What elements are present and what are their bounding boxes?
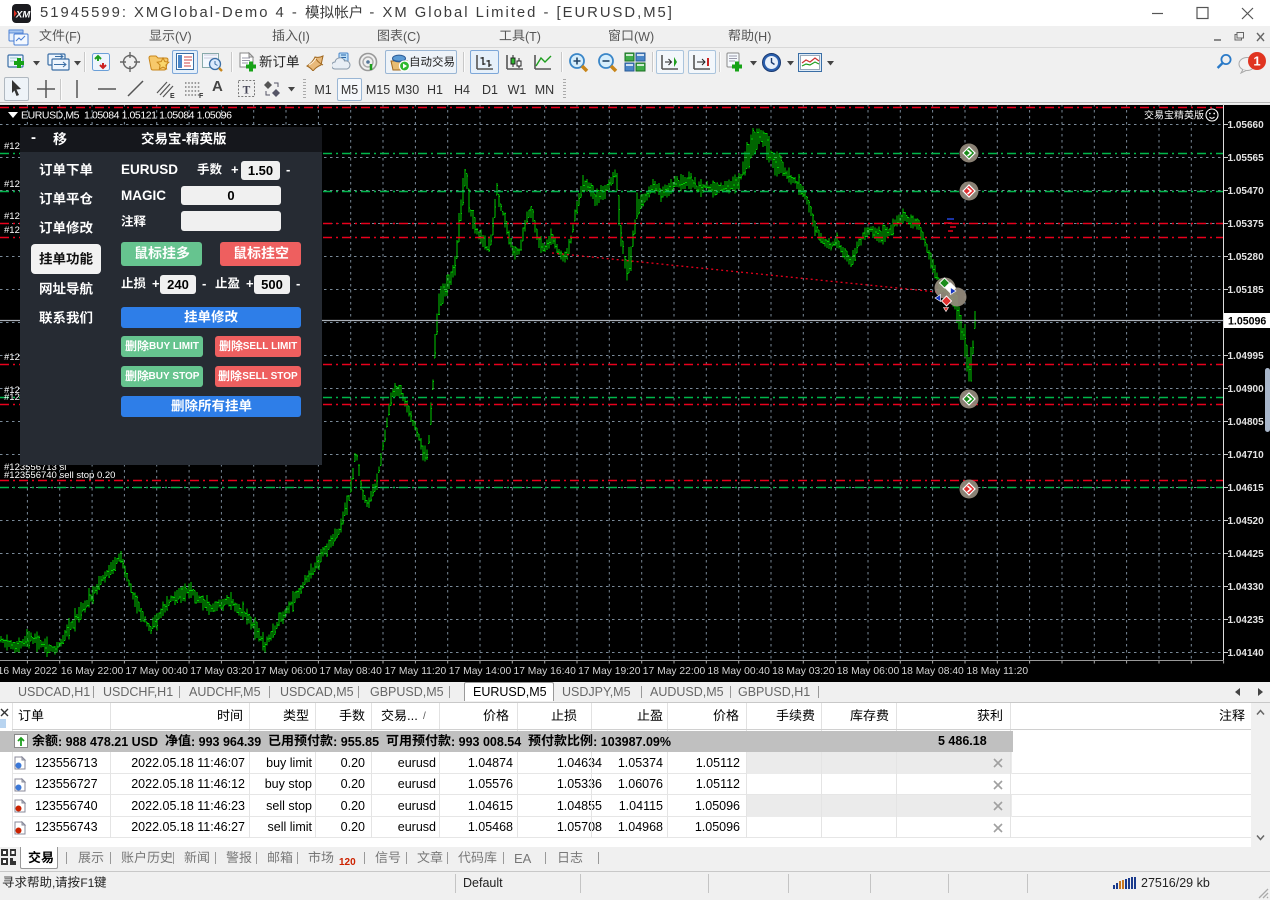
- svg-text:1.04330: 1.04330: [1228, 582, 1265, 593]
- svg-text:18 May 03:20: 18 May 03:20: [772, 666, 835, 677]
- svg-text:17 May 00:40: 17 May 00:40: [125, 666, 188, 677]
- svg-text:E: E: [170, 93, 175, 99]
- svg-text:18 May 00:40: 18 May 00:40: [707, 666, 770, 677]
- svg-text:1.05096: 1.05096: [1228, 316, 1266, 328]
- svg-text:1.05185: 1.05185: [1228, 285, 1265, 296]
- svg-text:1: 1: [1253, 54, 1260, 69]
- svg-text:EURUSD,M5 1.05084 1.05121 1.0: EURUSD,M5 1.05084 1.05121 1.05084 1.0509…: [21, 110, 232, 122]
- svg-text:1.05660: 1.05660: [1228, 120, 1265, 131]
- svg-text:1.04710: 1.04710: [1228, 450, 1265, 461]
- svg-text:1.04900: 1.04900: [1228, 384, 1265, 395]
- svg-text:17 May 19:20: 17 May 19:20: [578, 666, 641, 677]
- svg-text:1.04520: 1.04520: [1228, 516, 1265, 527]
- svg-text:1.04140: 1.04140: [1228, 648, 1265, 659]
- svg-text:1.04425: 1.04425: [1228, 549, 1265, 560]
- svg-text:1.05470: 1.05470: [1228, 186, 1265, 197]
- svg-text:17 May 06:00: 17 May 06:00: [255, 666, 318, 677]
- svg-text:16 May 2022: 16 May 2022: [0, 666, 57, 677]
- svg-text:16 May 22:00: 16 May 22:00: [61, 666, 124, 677]
- svg-text:17 May 08:40: 17 May 08:40: [319, 666, 382, 677]
- svg-text:1.04235: 1.04235: [1228, 615, 1265, 626]
- svg-text:17 May 03:20: 17 May 03:20: [190, 666, 253, 677]
- svg-text:T: T: [243, 85, 251, 97]
- svg-text:18 May 08:40: 18 May 08:40: [901, 666, 964, 677]
- svg-text:F: F: [199, 93, 204, 99]
- svg-text:17 May 16:40: 17 May 16:40: [513, 666, 576, 677]
- svg-text:17 May 22:00: 17 May 22:00: [643, 666, 706, 677]
- svg-text:1.05280: 1.05280: [1228, 252, 1265, 263]
- svg-text:#123556740 sell stop 0.20: #123556740 sell stop 0.20: [4, 470, 115, 481]
- svg-text:18 May 06:00: 18 May 06:00: [837, 666, 900, 677]
- svg-text:1.05375: 1.05375: [1228, 219, 1265, 230]
- svg-text:1.04615: 1.04615: [1228, 483, 1265, 494]
- svg-text:17 May 11:20: 17 May 11:20: [385, 666, 447, 677]
- svg-text:18 May 11:20: 18 May 11:20: [966, 666, 1028, 677]
- svg-text:1.04995: 1.04995: [1228, 351, 1265, 362]
- svg-text:17 May 14:00: 17 May 14:00: [449, 666, 512, 677]
- svg-text:1.05565: 1.05565: [1228, 153, 1265, 164]
- svg-text:1.04805: 1.04805: [1228, 417, 1265, 428]
- svg-text:XM: XM: [15, 10, 31, 21]
